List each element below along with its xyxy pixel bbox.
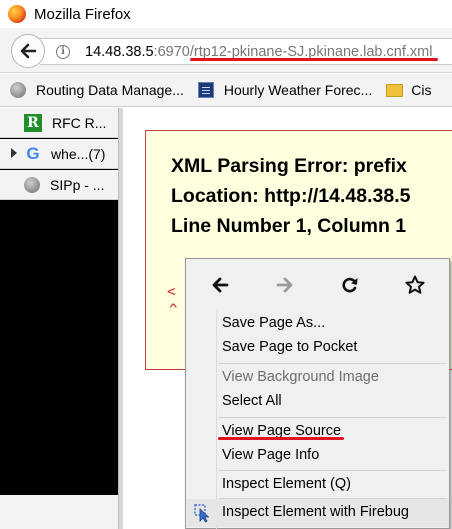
url-host: 14.48.38.5 bbox=[85, 43, 154, 60]
view-source-highlight-underline bbox=[218, 437, 344, 440]
error-source-fragment: < bbox=[167, 284, 176, 300]
context-bookmark-button[interactable] bbox=[402, 272, 428, 298]
error-location: Location: http://14.48.38.5 bbox=[171, 185, 411, 207]
tab-rfc[interactable]: R RFC R... bbox=[0, 108, 122, 138]
back-button[interactable] bbox=[11, 34, 45, 68]
globe-icon bbox=[10, 82, 26, 98]
tab-sipp[interactable]: SIPp - ... bbox=[0, 170, 122, 200]
back-arrow-icon bbox=[20, 43, 37, 59]
bookmarks-toolbar: Routing Data Manage... Hourly Weather Fo… bbox=[0, 74, 452, 107]
menu-view-background-image: View Background Image bbox=[222, 369, 379, 385]
window-title: Mozilla Firefox bbox=[34, 5, 131, 23]
menu-select-all[interactable]: Select All bbox=[222, 393, 282, 409]
bookmark-hourly-weather[interactable]: Hourly Weather Forec... bbox=[197, 82, 373, 98]
error-title: XML Parsing Error: prefix bbox=[171, 155, 407, 177]
url-highlight-underline bbox=[190, 58, 438, 61]
menu-inspect-element[interactable]: Inspect Element (Q) bbox=[222, 476, 351, 492]
tab-label: RFC R... bbox=[52, 114, 107, 131]
back-arrow-icon bbox=[212, 277, 229, 293]
star-icon bbox=[405, 275, 425, 294]
folder-icon bbox=[386, 83, 404, 97]
bookmark-folder-cisco[interactable]: Cis bbox=[386, 82, 431, 98]
context-reload-button[interactable] bbox=[337, 272, 363, 298]
tab-label: SIPp - ... bbox=[50, 176, 105, 193]
menu-separator bbox=[219, 417, 447, 418]
menu-view-page-info[interactable]: View Page Info bbox=[222, 447, 319, 463]
google-icon: G bbox=[26, 143, 40, 163]
context-forward-button[interactable] bbox=[272, 272, 298, 298]
error-caret: ^ bbox=[169, 302, 178, 318]
info-icon[interactable]: i bbox=[56, 44, 70, 59]
bookmark-routing-data[interactable]: Routing Data Manage... bbox=[10, 82, 184, 98]
menu-save-to-pocket[interactable]: Save Page to Pocket bbox=[222, 339, 357, 355]
menu-inspect-element-firebug[interactable]: Inspect Element with Firebug bbox=[222, 504, 409, 520]
bookmark-label: Hourly Weather Forec... bbox=[223, 82, 373, 98]
sidebar-footer bbox=[0, 495, 122, 529]
weather-channel-icon bbox=[197, 82, 214, 98]
menu-separator bbox=[219, 363, 447, 364]
menu-separator bbox=[219, 470, 447, 471]
tab-label: whe...(7) bbox=[51, 145, 106, 162]
tab-sidebar: R RFC R... G whe...(7) SIPp - ... bbox=[0, 108, 122, 529]
firefox-logo-icon bbox=[8, 5, 26, 23]
menu-save-page-as[interactable]: Save Page As... bbox=[222, 315, 325, 331]
context-menu: Save Page As... Save Page to Pocket View… bbox=[185, 258, 450, 529]
menu-gutter bbox=[216, 311, 217, 529]
globe-icon bbox=[24, 176, 40, 193]
error-line-number: Line Number 1, Column 1 bbox=[171, 215, 407, 237]
context-back-button[interactable] bbox=[207, 272, 233, 298]
menu-inspect-firebug-row[interactable]: Inspect Element with Firebug bbox=[187, 499, 449, 527]
tab-google[interactable]: G whe...(7) bbox=[0, 139, 122, 169]
rfc-icon: R bbox=[24, 113, 42, 132]
expand-twisty-icon[interactable] bbox=[11, 148, 17, 158]
bookmark-label: Routing Data Manage... bbox=[36, 82, 184, 98]
title-bar: Mozilla Firefox bbox=[0, 0, 452, 28]
context-nav-row bbox=[186, 259, 451, 311]
nav-bar: i 14.48.38.5:6970/rtp12-pkinane-SJ.pkina… bbox=[0, 28, 452, 73]
bookmark-label: Cis bbox=[411, 82, 432, 98]
firebug-inspect-icon bbox=[194, 504, 210, 523]
reload-icon bbox=[342, 277, 358, 293]
forward-arrow-icon bbox=[276, 277, 293, 293]
